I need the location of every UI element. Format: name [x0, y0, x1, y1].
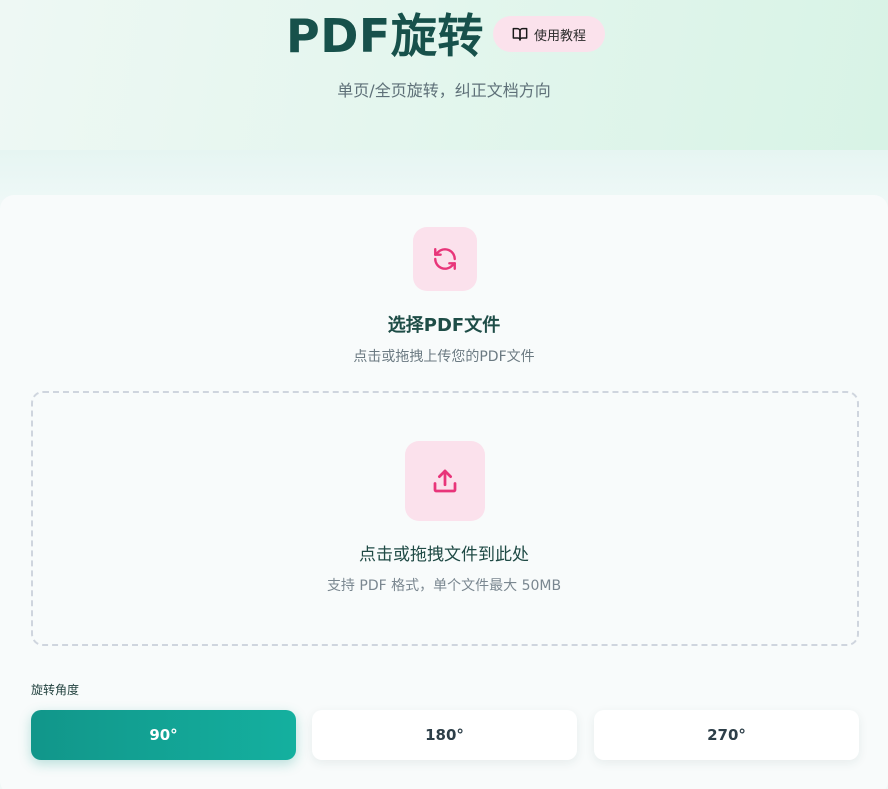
angle-option-270[interactable]: 270°	[594, 710, 859, 760]
upload-icon	[433, 469, 457, 493]
upload-icon-tile[interactable]	[405, 441, 485, 521]
book-open-icon	[512, 27, 528, 41]
rotate-icon-tile	[413, 227, 477, 291]
angle-option-90[interactable]: 90°	[31, 710, 296, 760]
tutorial-button[interactable]: 使用教程	[493, 16, 605, 52]
dropzone-title: 点击或拖拽文件到此处	[359, 545, 529, 565]
angle-option-180[interactable]: 180°	[312, 710, 577, 760]
page-subtitle: 单页/全页旋转，纠正文档方向	[337, 81, 551, 100]
dropzone-hint: 支持 PDF 格式，单个文件最大 50MB	[326, 578, 562, 594]
rotation-angle-label: 旋转角度	[31, 683, 80, 697]
header-fade	[0, 150, 888, 200]
page-title: PDF旋转	[286, 9, 484, 63]
tutorial-label: 使用教程	[533, 28, 586, 44]
select-file-title: 选择PDF文件	[387, 315, 501, 336]
select-file-subtitle: 点击或拖拽上传您的PDF文件	[353, 349, 535, 365]
rotate-icon	[434, 248, 456, 270]
